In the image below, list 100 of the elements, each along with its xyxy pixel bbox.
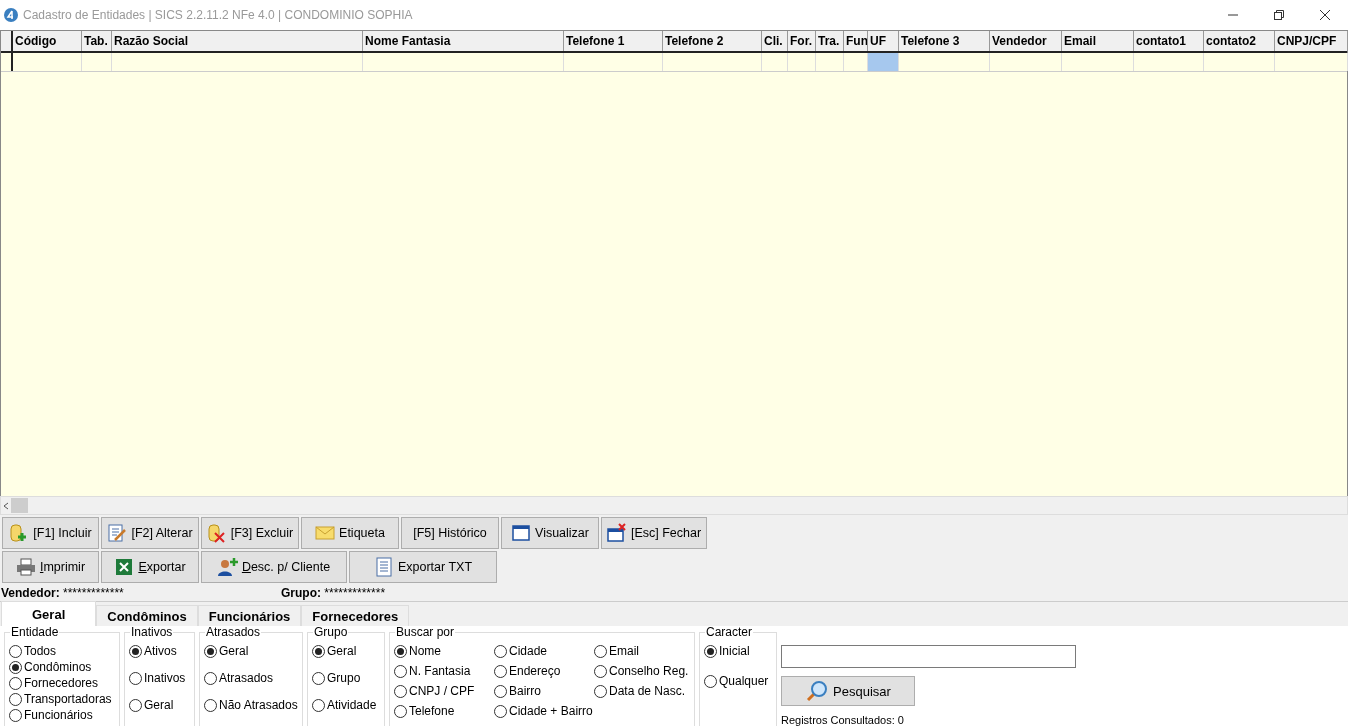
radio-option[interactable]: Inativos — [129, 670, 192, 686]
radio-button[interactable] — [594, 664, 607, 678]
column-header[interactable]: contato2 — [1204, 31, 1275, 51]
radio-button[interactable] — [9, 644, 22, 658]
column-header[interactable]: CNPJ/CPF — [1275, 31, 1348, 51]
radio-button[interactable] — [9, 708, 22, 722]
radio-button[interactable] — [594, 684, 607, 698]
group-title: Caracter — [705, 626, 753, 639]
toolbar-button[interactable]: Exportar TXT — [349, 551, 497, 583]
radio-option[interactable]: Atividade — [312, 697, 382, 713]
radio-option[interactable]: Transportadoras — [9, 691, 117, 707]
radio-button[interactable] — [312, 698, 325, 712]
scroll-left-icon[interactable] — [1, 500, 11, 511]
tab[interactable]: Geral — [1, 601, 97, 626]
radio-button[interactable] — [704, 674, 717, 688]
radio-button[interactable] — [704, 644, 717, 658]
column-header[interactable]: Nome Fantasia — [363, 31, 564, 51]
toolbar-button[interactable]: Visualizar — [501, 517, 599, 549]
scrollbar-thumb[interactable] — [11, 498, 28, 513]
radio-option[interactable]: Todos — [9, 643, 117, 659]
tab[interactable]: Funcionários — [197, 605, 302, 626]
toolbar-button[interactable]: Imprimir — [2, 551, 99, 583]
radio-button[interactable] — [494, 664, 507, 678]
radio-button[interactable] — [394, 664, 407, 678]
radio-button[interactable] — [594, 644, 607, 658]
radio-option[interactable]: Geral — [129, 697, 192, 713]
radio-option[interactable]: Email — [594, 643, 694, 659]
column-header[interactable]: Cli. — [762, 31, 788, 51]
group-title: Grupo — [313, 626, 349, 639]
radio-option[interactable]: Cidade + Bairro — [494, 703, 594, 719]
toolbar-button[interactable]: Desc. p/ Cliente — [201, 551, 347, 583]
toolbar-button[interactable]: Etiqueta — [301, 517, 399, 549]
radio-option[interactable]: Data de Nasc. — [594, 683, 694, 699]
toolbar-button[interactable]: [F3] Excluir — [201, 517, 299, 549]
radio-option[interactable]: Fornecedores — [9, 675, 117, 691]
radio-option[interactable]: Atrasados — [204, 670, 300, 686]
info-text: Vendedor: ************* — [1, 585, 125, 600]
column-header[interactable]: Telefone 2 — [663, 31, 762, 51]
radio-option[interactable]: Endereço — [494, 663, 594, 679]
tab[interactable]: Fornecedores — [301, 605, 410, 626]
radio-button[interactable] — [312, 671, 325, 685]
column-header[interactable]: For. — [788, 31, 816, 51]
column-header[interactable]: contato1 — [1134, 31, 1204, 51]
radio-option[interactable]: Geral — [204, 643, 300, 659]
radio-button[interactable] — [494, 684, 507, 698]
radio-option[interactable]: Grupo — [312, 670, 382, 686]
radio-option[interactable]: Geral — [312, 643, 382, 659]
radio-button[interactable] — [129, 644, 142, 658]
radio-option[interactable]: Inicial — [704, 643, 774, 659]
radio-button[interactable] — [494, 644, 507, 658]
radio-option[interactable]: Não Atrasados — [204, 697, 300, 713]
radio-button[interactable] — [129, 671, 142, 685]
radio-button[interactable] — [9, 692, 22, 706]
close-icon — [1320, 10, 1330, 20]
radio-button[interactable] — [494, 704, 507, 718]
radio-option[interactable]: Qualquer — [704, 673, 774, 689]
column-header[interactable]: Código — [13, 31, 82, 51]
radio-option[interactable]: Nome — [394, 643, 494, 659]
search-field[interactable] — [781, 645, 1076, 668]
radio-option[interactable]: CNPJ / CPF — [394, 683, 494, 699]
column-header[interactable]: Vendedor — [990, 31, 1062, 51]
table-cell[interactable] — [868, 53, 899, 71]
radio-option[interactable]: Condôminos — [9, 659, 117, 675]
column-header[interactable]: Razão Social — [112, 31, 363, 51]
radio-button[interactable] — [312, 644, 325, 658]
column-header[interactable]: Tab. — [82, 31, 112, 51]
radio-option[interactable]: Telefone — [394, 703, 494, 719]
radio-button[interactable] — [394, 684, 407, 698]
user-plus-icon — [217, 557, 238, 577]
toolbar-button[interactable]: [F1] Incluir — [2, 517, 99, 549]
text-document-icon — [373, 557, 394, 577]
radio-option[interactable]: Bairro — [494, 683, 594, 699]
toolbar-button[interactable]: [F2] Alterar — [101, 517, 199, 549]
radio-button[interactable] — [204, 671, 217, 685]
column-header[interactable]: Telefone 3 — [899, 31, 990, 51]
toolbar-button[interactable]: [Esc] Fechar — [601, 517, 707, 549]
radio-button[interactable] — [9, 676, 22, 690]
radio-button[interactable] — [204, 698, 217, 712]
radio-button[interactable] — [394, 644, 407, 658]
cylinder-x-icon — [206, 523, 227, 543]
toolbar-button[interactable]: [F5] Histórico — [401, 517, 499, 549]
radio-option[interactable]: Ativos — [129, 643, 192, 659]
radio-button[interactable] — [129, 698, 142, 712]
radio-button[interactable] — [394, 704, 407, 718]
radio-button[interactable] — [9, 660, 22, 674]
column-header[interactable]: UF — [868, 31, 899, 51]
radio-button[interactable] — [204, 644, 217, 658]
radio-option[interactable]: Conselho Reg. — [594, 663, 694, 679]
column-header[interactable]: Telefone 1 — [564, 31, 663, 51]
radio-option[interactable]: N. Fantasia — [394, 663, 494, 679]
horizontal-scrollbar[interactable] — [0, 496, 1348, 515]
column-header[interactable]: Tra. — [816, 31, 844, 51]
tab[interactable]: Condôminos — [96, 605, 198, 626]
column-header[interactable]: Fun — [844, 31, 868, 51]
radio-option[interactable]: Funcionários — [9, 707, 117, 723]
column-header[interactable]: Email — [1062, 31, 1134, 51]
magnifier-icon — [805, 679, 830, 703]
search-button[interactable]: Pesquisar — [781, 676, 915, 706]
toolbar-button[interactable]: Exportar — [101, 551, 199, 583]
radio-option[interactable]: Cidade — [494, 643, 594, 659]
